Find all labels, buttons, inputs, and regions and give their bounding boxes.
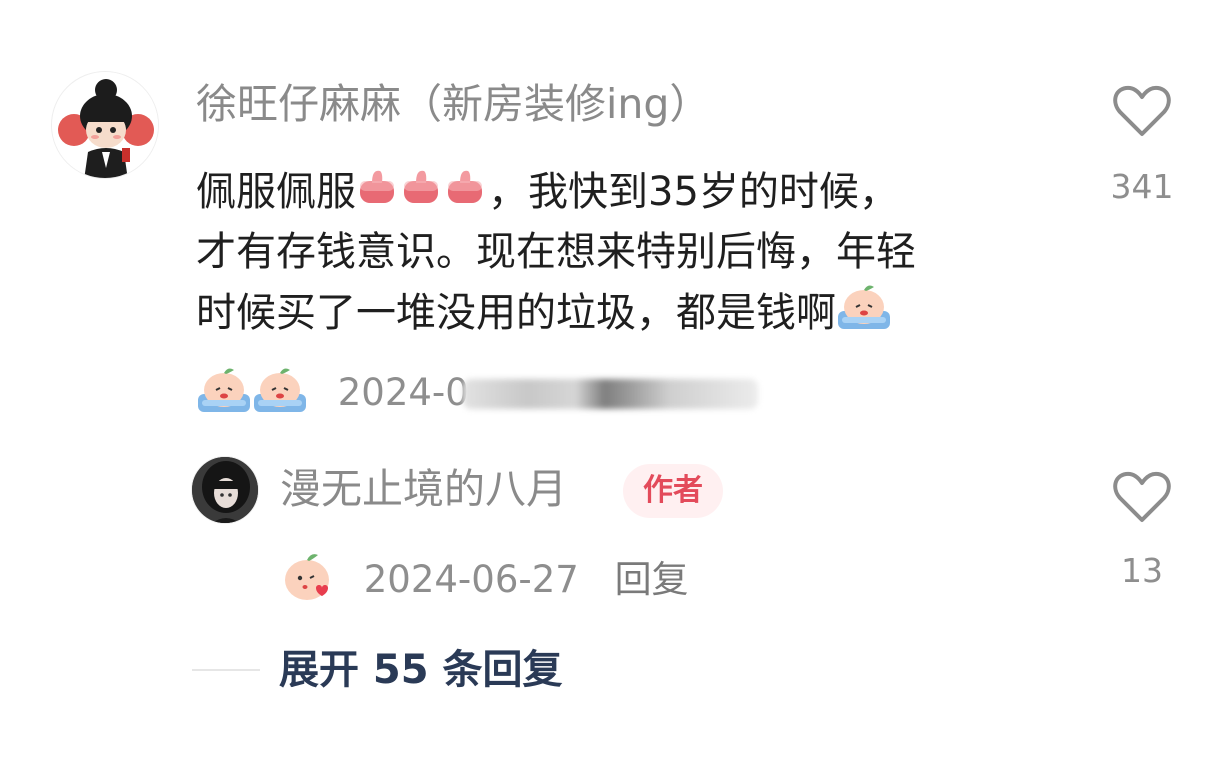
comment-line-3: 时候买了一堆没用的垃圾，都是钱啊 xyxy=(196,281,916,349)
comment-like-button[interactable]: 341 xyxy=(1082,84,1202,204)
comment-like-count: 341 xyxy=(1110,167,1174,206)
redacted-info xyxy=(462,379,758,409)
reply-like-button[interactable]: 13 xyxy=(1082,470,1202,588)
author-badge: 作者 xyxy=(623,464,723,518)
crying-peach-icon xyxy=(836,281,892,349)
commenter-avatar[interactable] xyxy=(51,71,159,179)
comment-line-1: 佩服佩服 ，我快到35岁的时候， xyxy=(196,163,916,223)
commenter-username[interactable]: 徐旺仔麻麻（新房装修ing） xyxy=(196,84,710,125)
crying-peach-icon xyxy=(196,364,252,424)
comment-meta: 2024-0 xyxy=(196,364,758,424)
comment-line-2: 才有存钱意识。现在想来特别后悔，年轻 xyxy=(196,229,916,275)
crying-peach-icon xyxy=(252,364,308,424)
heart-icon[interactable] xyxy=(1082,470,1202,528)
thumbs-up-icon xyxy=(400,165,444,223)
reply-date: 2024-06-27 xyxy=(363,557,579,601)
reply-like-count: 13 xyxy=(1121,551,1163,590)
comment-text: 佩服佩服 ，我快到35岁的时候， 才有存钱意识。现在想来特别后悔，年轻 时候买了… xyxy=(196,163,916,349)
reply-avatar[interactable] xyxy=(191,456,259,524)
heart-icon[interactable] xyxy=(1082,84,1202,142)
expand-divider xyxy=(192,669,260,671)
kiss-heart-peach-icon xyxy=(280,550,334,612)
thumbs-up-icon xyxy=(356,165,400,223)
thumbs-up-icon xyxy=(444,165,488,223)
reply-button[interactable]: 回复 xyxy=(615,558,689,601)
reply-meta: 2024-06-27 回复 xyxy=(280,550,689,612)
expand-replies-button[interactable]: 展开 55 条回复 xyxy=(279,648,563,692)
reply-username[interactable]: 漫无止境的八月 xyxy=(280,469,567,510)
comment-date: 2024-0 xyxy=(337,370,469,414)
